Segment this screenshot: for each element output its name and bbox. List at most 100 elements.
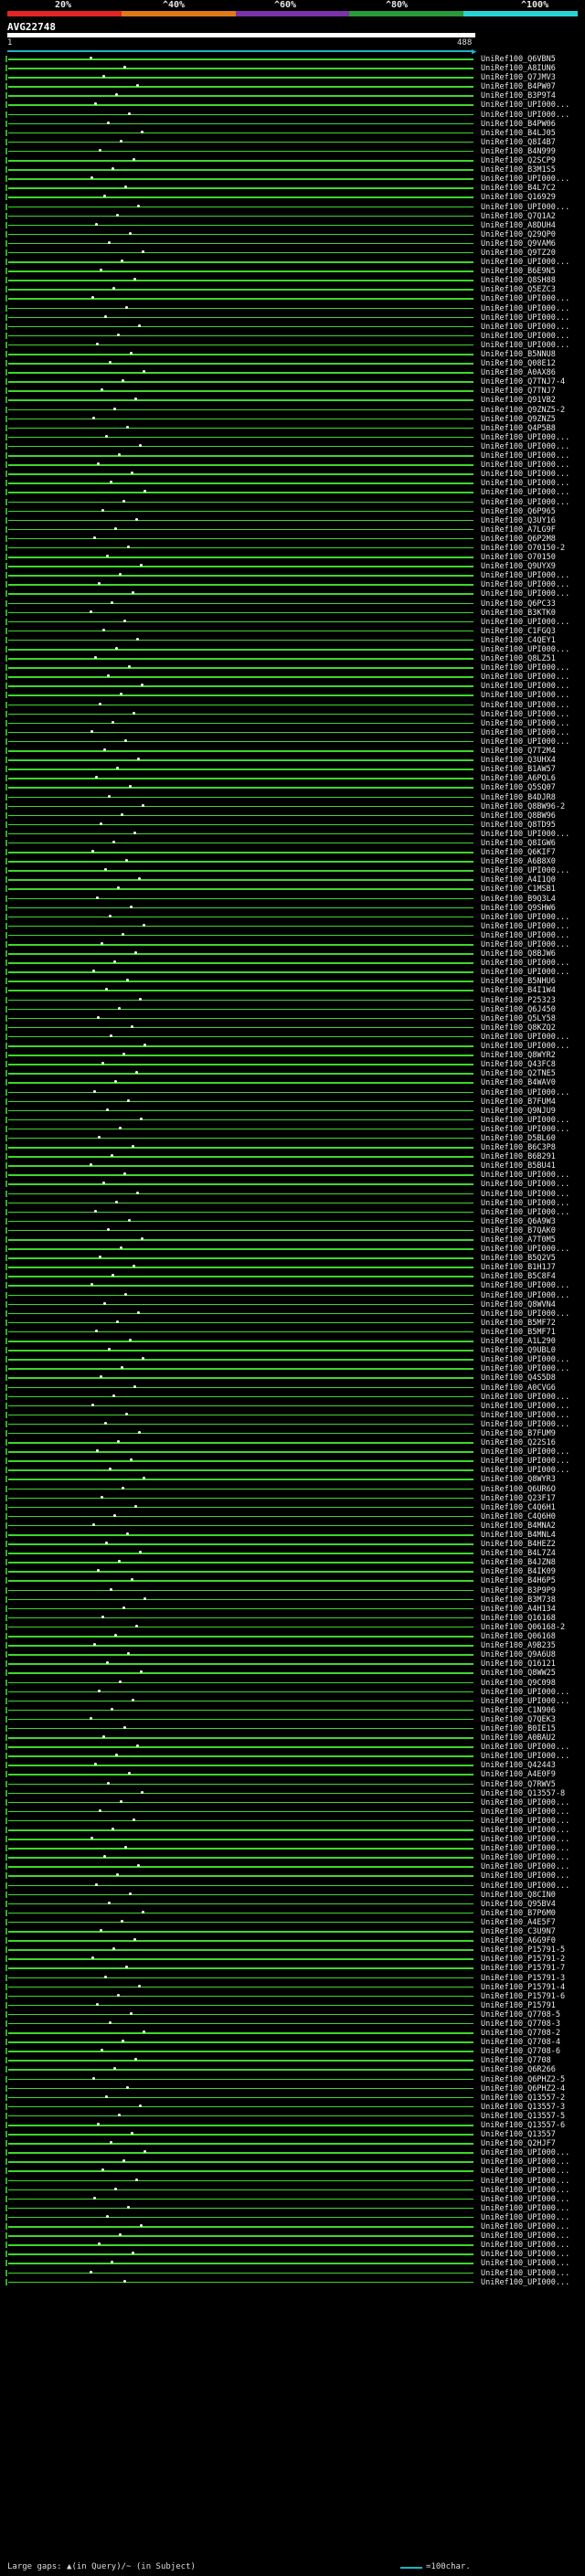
hit-label-link[interactable]: UniRef100_UPI000... <box>481 1393 569 1402</box>
hit-alignment-bar[interactable] <box>8 2032 473 2034</box>
hit-row[interactable]: UniRef100_Q5LY58 <box>0 1014 585 1023</box>
hit-alignment-bar[interactable] <box>8 169 473 171</box>
hit-label-link[interactable]: UniRef100_Q9SHW6 <box>481 904 556 913</box>
hit-row[interactable]: UniRef100_UPI000... <box>0 1033 585 1042</box>
hit-label-link[interactable]: UniRef100_B7FUM9 <box>481 1429 556 1438</box>
hit-row[interactable]: UniRef100_A4H134 <box>0 1605 585 1614</box>
hit-label-link[interactable]: UniRef100_B4LJ05 <box>481 129 556 138</box>
hit-label-link[interactable]: UniRef100_P15791-3 <box>481 1974 565 1983</box>
hit-row[interactable]: UniRef100_UPI000... <box>0 323 585 332</box>
hit-alignment-bar[interactable] <box>8 1848 473 1850</box>
hit-label-link[interactable]: UniRef100_Q2TNE5 <box>481 1069 556 1078</box>
hit-label-link[interactable]: UniRef100_B5MF72 <box>481 1319 556 1328</box>
hit-alignment-bar[interactable] <box>8 1884 473 1887</box>
hit-row[interactable]: UniRef100_UPI000... <box>0 111 585 120</box>
hit-alignment-bar[interactable] <box>8 1543 473 1545</box>
hit-alignment-bar[interactable] <box>8 842 473 844</box>
hit-alignment-bar[interactable] <box>8 1765 473 1766</box>
hit-alignment-bar[interactable] <box>8 1341 473 1342</box>
hit-row[interactable]: UniRef100_UPI000... <box>0 1466 585 1475</box>
hit-alignment-bar[interactable] <box>8 832 473 835</box>
hit-label-link[interactable]: UniRef100_B4L7C2 <box>481 184 556 193</box>
hit-alignment-bar[interactable] <box>8 2198 473 2200</box>
hit-alignment-bar[interactable] <box>8 473 473 475</box>
hit-row[interactable]: UniRef100_Q22S16 <box>0 1438 585 1447</box>
hit-label-link[interactable]: UniRef100_A0BAU2 <box>481 1733 556 1743</box>
hit-alignment-bar[interactable] <box>8 1451 473 1453</box>
hit-row[interactable]: UniRef100_UPI000... <box>0 1402 585 1411</box>
hit-row[interactable]: UniRef100_B6B291 <box>0 1152 585 1161</box>
hit-alignment-bar[interactable] <box>8 740 473 743</box>
hit-row[interactable]: UniRef100_B4LJ05 <box>0 129 585 138</box>
hit-alignment-bar[interactable] <box>8 1423 473 1426</box>
hit-label-link[interactable]: UniRef100_A4I1Q0 <box>481 875 556 885</box>
hit-label-link[interactable]: UniRef100_Q8LZ51 <box>481 654 556 663</box>
hit-label-link[interactable]: UniRef100_Q7RWV5 <box>481 1780 556 1789</box>
hit-alignment-bar[interactable] <box>8 1875 473 1877</box>
hit-label-link[interactable]: UniRef100_Q8BJW6 <box>481 949 556 959</box>
hit-label-link[interactable]: UniRef100_UPI000... <box>481 1180 569 1189</box>
hit-alignment-bar[interactable] <box>8 1681 473 1683</box>
hit-row[interactable]: UniRef100_C1MSB1 <box>0 885 585 894</box>
hit-alignment-bar[interactable] <box>8 1395 473 1398</box>
hit-alignment-bar[interactable] <box>8 1442 473 1444</box>
hit-alignment-bar[interactable] <box>8 2170 473 2172</box>
hit-row[interactable]: UniRef100_B5Q2V5 <box>0 1254 585 1263</box>
hit-label-link[interactable]: UniRef100_P15791-5 <box>481 1945 565 1955</box>
hit-alignment-bar[interactable] <box>8 215 473 217</box>
hit-alignment-bar[interactable] <box>8 1709 473 1712</box>
hit-label-link[interactable]: UniRef100_UPI000... <box>481 830 569 839</box>
hit-row[interactable]: UniRef100_B7FUM9 <box>0 1429 585 1438</box>
hit-alignment-bar[interactable] <box>8 2096 473 2099</box>
hit-label-link[interactable]: UniRef100_Q2SCP9 <box>481 156 556 165</box>
hit-label-link[interactable]: UniRef100_B1H1J7 <box>481 1263 556 1272</box>
hit-alignment-bar[interactable] <box>8 1193 473 1195</box>
hit-row[interactable]: UniRef100_Q5SQ07 <box>0 783 585 792</box>
hit-label-link[interactable]: UniRef100_B4PW06 <box>481 120 556 129</box>
hit-label-link[interactable]: UniRef100_Q08E12 <box>481 359 556 368</box>
hit-row[interactable]: UniRef100_Q7T2M4 <box>0 747 585 756</box>
hit-alignment-bar[interactable] <box>8 1165 473 1167</box>
hit-label-link[interactable]: UniRef100_B4I1W4 <box>481 986 556 995</box>
hit-row[interactable]: UniRef100_Q7708 <box>0 2056 585 2065</box>
hit-alignment-bar[interactable] <box>8 2078 473 2081</box>
hit-label-link[interactable]: UniRef100_UPI000... <box>481 451 569 461</box>
hit-row[interactable]: UniRef100_A9B235 <box>0 1641 585 1650</box>
hit-alignment-bar[interactable] <box>8 2143 473 2145</box>
hit-row[interactable]: UniRef100_UPI000... <box>0 2195 585 2204</box>
hit-alignment-bar[interactable] <box>8 224 473 227</box>
hit-row[interactable]: UniRef100_Q13557-3 <box>0 2103 585 2112</box>
hit-alignment-bar[interactable] <box>8 916 473 918</box>
hit-alignment-bar[interactable] <box>8 2041 473 2043</box>
hit-row[interactable]: UniRef100_UPI000... <box>0 737 585 747</box>
hit-row[interactable]: UniRef100_Q8CIN0 <box>0 1891 585 1900</box>
hit-alignment-bar[interactable] <box>8 1432 473 1435</box>
hit-label-link[interactable]: UniRef100_UPI000... <box>481 1033 569 1042</box>
hit-alignment-bar[interactable] <box>8 528 473 531</box>
hit-alignment-bar[interactable] <box>8 1008 473 1011</box>
hit-label-link[interactable]: UniRef100_O70150-2 <box>481 544 565 553</box>
hit-alignment-bar[interactable] <box>8 334 473 337</box>
hit-alignment-bar[interactable] <box>8 584 473 586</box>
hit-label-link[interactable]: UniRef100_C1MSB1 <box>481 885 556 894</box>
hit-label-link[interactable]: UniRef100_B0IE15 <box>481 1724 556 1733</box>
hit-label-link[interactable]: UniRef100_Q7QEK3 <box>481 1715 556 1724</box>
hit-label-link[interactable]: UniRef100_Q6KIF7 <box>481 848 556 857</box>
hit-label-link[interactable]: UniRef100_B4MNL4 <box>481 1531 556 1540</box>
hit-alignment-bar[interactable] <box>8 1774 473 1776</box>
hit-row[interactable]: UniRef100_Q8IGW6 <box>0 839 585 848</box>
hit-alignment-bar[interactable] <box>8 2281 473 2284</box>
hit-row[interactable]: UniRef100_Q42443 <box>0 1761 585 1770</box>
hit-label-link[interactable]: UniRef100_B5MF71 <box>481 1328 556 1337</box>
hit-label-link[interactable]: UniRef100_Q4S5D8 <box>481 1373 556 1383</box>
hit-label-link[interactable]: UniRef100_Q7Q1A2 <box>481 212 556 221</box>
hit-label-link[interactable]: UniRef100_UPI000... <box>481 645 569 654</box>
hit-alignment-bar[interactable] <box>8 1986 473 1988</box>
hit-row[interactable]: UniRef100_UPI000... <box>0 691 585 700</box>
hit-label-link[interactable]: UniRef100_Q6P965 <box>481 507 556 516</box>
hit-alignment-bar[interactable] <box>8 1257 473 1259</box>
hit-alignment-bar[interactable] <box>8 381 473 383</box>
hit-label-link[interactable]: UniRef100_UPI000... <box>481 332 569 341</box>
hit-row[interactable]: UniRef100_C1FGQ3 <box>0 627 585 636</box>
hit-label-link[interactable]: UniRef100_A4E0F9 <box>481 1770 556 1779</box>
